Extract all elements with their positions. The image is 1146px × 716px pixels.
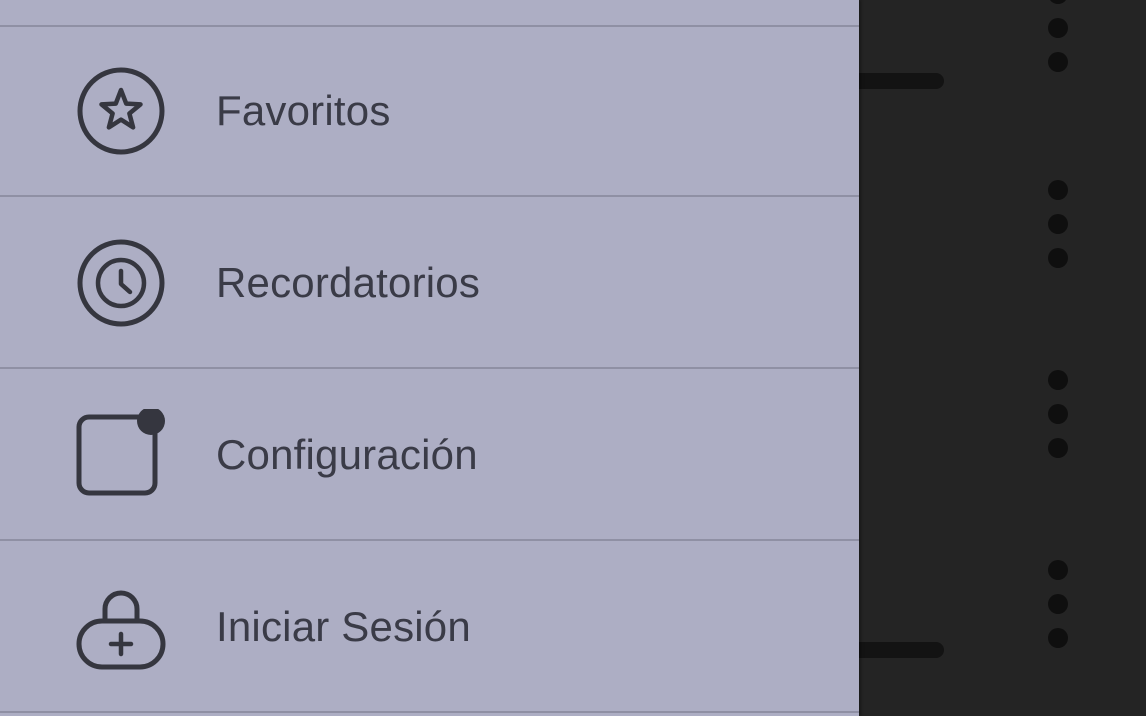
drawer-item-favoritos[interactable]: Favoritos (0, 27, 859, 197)
drawer-item-iniciar-sesion[interactable]: Iniciar Sesión (0, 543, 859, 713)
drawer-item-label: Configuración (216, 431, 478, 478)
more-options-icon[interactable] (1048, 370, 1068, 472)
star-circle-icon (75, 65, 167, 157)
screen: Favoritos Recordatorios Configuración In… (0, 0, 1146, 716)
more-options-icon[interactable] (1048, 0, 1068, 86)
clock-circle-icon (75, 237, 167, 329)
drawer-item-recordatorios[interactable]: Recordatorios (0, 199, 859, 369)
settings-square-icon (75, 409, 167, 501)
drawer-item-label: Favoritos (216, 87, 391, 134)
drawer-item-label: Iniciar Sesión (216, 603, 471, 650)
drawer-item-label: Recordatorios (216, 259, 481, 306)
more-options-icon[interactable] (1048, 180, 1068, 282)
navigation-drawer: Favoritos Recordatorios Configuración In… (0, 0, 859, 716)
drawer-item-configuracion[interactable]: Configuración (0, 371, 859, 541)
more-options-icon[interactable] (1048, 560, 1068, 662)
lock-plus-icon (75, 581, 167, 673)
